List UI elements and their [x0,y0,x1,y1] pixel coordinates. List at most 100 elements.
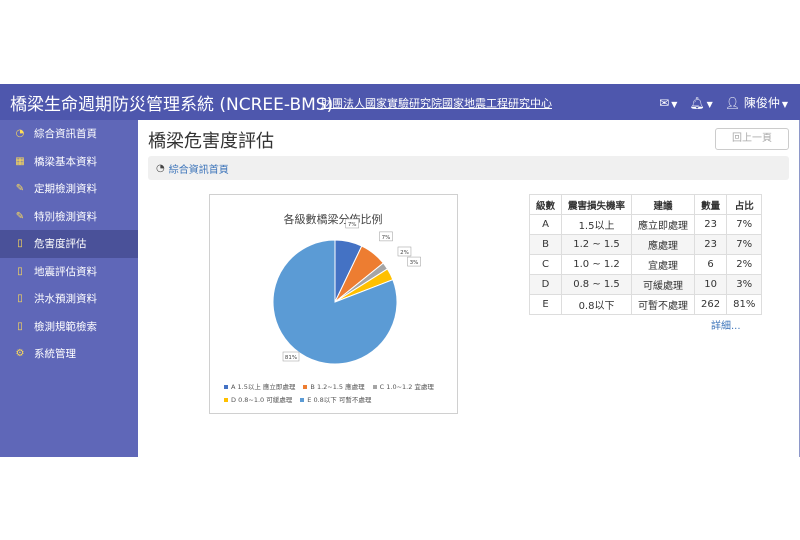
table-cell: 0.8 ~ 1.5 [561,274,633,295]
file-icon: ▯ [17,320,23,332]
pie-chart-panel: 各級數橋梁分佈比例 7% 7% 2% 3% 81% A 1.5以上 應立即處理 B 1.2… [209,194,458,414]
sidebar-item-flood-data[interactable]: ▯ 洪水預測資料 [0,285,138,313]
breadcrumb: ◔ 綜合資訊首頁 [148,156,789,180]
main-content: 橋梁危害度評估 回上一頁 ◔ 綜合資訊首頁 各級數橋梁分佈比例 7% 7% 2% 3%… [138,120,799,457]
envelope-icon: ✉ [659,95,670,110]
table-cell: 應處理 [631,234,696,255]
file-icon: ▯ [17,238,23,250]
table-icon: ▦ [15,155,25,167]
caret-down-icon: ▼ [671,99,678,109]
table-cell: 2% [726,254,763,275]
sidebar-item-seismic-data[interactable]: ▯ 地震評估資料 [0,258,138,286]
svg-text:2%: 2% [400,250,409,256]
dashboard-icon: ◔ [156,162,165,174]
sidebar-item-dashboard[interactable]: ◔ 綜合資訊首頁 [0,120,138,148]
sidebar-item-label: 地震評估資料 [34,265,97,278]
sidebar-item-label: 洪水預測資料 [34,293,97,306]
caret-down-icon: ▼ [781,100,788,109]
slice-label: 7% [345,218,359,229]
table-cell: 1.5以上 [561,214,633,235]
sidebar-item-label: 綜合資訊首頁 [34,128,97,141]
table-row: E 0.8以下 可暫不處理 262 81% [528,294,763,315]
slice-label: 3% [407,256,421,267]
slice-label: 7% [379,231,393,242]
top-navbar: 橋梁生命週期防災管理系統 (NCREE-BMS) 財團法人國家實驗研究院國家地震… [0,84,800,120]
legend-label: C 1.0~1.2 宜處理 [379,383,434,391]
legend-label: E 0.8以下 可暫不處理 [307,396,372,404]
sidebar-item-label: 特別檢測資料 [34,210,97,223]
table-cell: C [528,254,563,275]
column-header: 級數 [528,194,563,215]
page-title: 橋梁危害度評估 [148,131,274,152]
app-title[interactable]: 橋梁生命週期防災管理系統 (NCREE-BMS) [10,90,333,115]
table-cell: 23 [694,234,728,255]
table-cell: 7% [726,234,763,255]
sidebar-item-system-admin[interactable]: ⚙ 系統管理 [0,340,138,368]
sidebar-item-label: 檢測規範檢索 [34,320,97,333]
table-cell: A [528,214,563,235]
legend-swatch [372,385,377,389]
legend-item: B 1.2~1.5 應處理 [303,381,365,394]
column-header: 數量 [694,194,728,215]
legend-label: A 1.5以上 應立即處理 [231,383,296,391]
user-menu[interactable]: 👤︎ 陳俊仲 ▼ [725,94,788,111]
sidebar-item-label: 危害度評估 [34,238,87,251]
table-cell: 81% [726,294,763,315]
details-link[interactable]: 詳細... [711,317,741,332]
file-icon: ▯ [17,293,23,305]
table-cell: 10 [694,274,728,295]
file-icon: ▯ [17,265,23,277]
dashboard-icon: ◔ [15,128,25,140]
table-cell: B [528,234,563,255]
top-actions: ✉ ▼ 🔔︎ ▼ 👤︎ 陳俊仲 ▼ [659,94,788,111]
slice-label: 81% [282,351,300,362]
legend-swatch [224,385,228,389]
svg-text:3%: 3% [410,260,419,266]
sidebar-item-label: 系統管理 [34,348,76,361]
legend-item: C 1.0~1.2 宜處理 [372,381,434,394]
gear-icon: ⚙ [15,348,25,360]
sidebar-item-bridge-data[interactable]: ▦ 橋梁基本資料 [0,148,138,176]
column-header: 震害損失機率 [561,194,633,215]
table-cell: 3% [726,274,763,295]
table-cell: 應立即處理 [631,214,696,235]
legend-label: B 1.2~1.5 應處理 [310,383,365,391]
table-header-row: 級數 震害損失機率 建議 數量 占比 [528,194,763,215]
back-button[interactable]: 回上一頁 [715,128,789,150]
svg-text:7%: 7% [382,235,391,241]
legend-item: A 1.5以上 應立即處理 [224,381,295,394]
table-cell: 可緩處理 [631,274,696,295]
table-row: D 0.8 ~ 1.5 可緩處理 10 3% [528,274,763,295]
sidebar-item-special-inspection[interactable]: ✎ 特別檢測資料 [0,203,138,231]
table-cell: 23 [694,214,728,235]
table-cell: 0.8以下 [561,294,633,315]
svg-text:7%: 7% [348,222,357,228]
sidebar-item-periodic-inspection[interactable]: ✎ 定期檢測資料 [0,175,138,203]
edit-icon: ✎ [15,210,25,222]
user-name: 陳俊仲 [743,96,780,110]
legend-item: D 0.8~1.0 可緩處理 [224,394,292,407]
table-cell: 宜處理 [631,254,696,275]
caret-down-icon: ▼ [706,99,713,109]
notification-menu[interactable]: 🔔︎ ▼ [689,96,712,110]
org-link[interactable]: 財團法人國家實驗研究院國家地震工程研究中心 [321,95,552,111]
sidebar-item-spec-search[interactable]: ▯ 檢測規範檢索 [0,313,138,341]
legend-swatch [224,398,228,402]
sidebar-item-label: 定期檢測資料 [34,183,97,196]
table-cell: 1.2 ~ 1.5 [561,234,633,255]
table-cell: 6 [694,254,728,275]
chart-legend: A 1.5以上 應立即處理 B 1.2~1.5 應處理 C 1.0~1.2 宜處理 D… [224,381,454,407]
breadcrumb-home-link[interactable]: 綜合資訊首頁 [169,161,229,176]
chart-title: 各級數橋梁分佈比例 [284,212,383,226]
slice-label: 2% [397,246,412,257]
sidebar-item-hazard-assessment[interactable]: ▯ 危害度評估 [0,230,138,258]
table-cell: E [528,294,563,315]
table-cell: 1.0 ~ 1.2 [561,254,633,275]
legend-swatch [303,385,308,389]
table-cell: D [528,274,563,295]
table-row: C 1.0 ~ 1.2 宜處理 6 2% [528,254,763,275]
sidebar: ◔ 綜合資訊首頁 ▦ 橋梁基本資料 ✎ 定期檢測資料 ✎ 特別檢測資料 ▯ 危害度評估 ▯… [0,120,138,457]
column-header: 占比 [726,194,763,215]
legend-label: D 0.8~1.0 可緩處理 [231,396,293,404]
mail-menu[interactable]: ✉ ▼ [659,96,677,110]
